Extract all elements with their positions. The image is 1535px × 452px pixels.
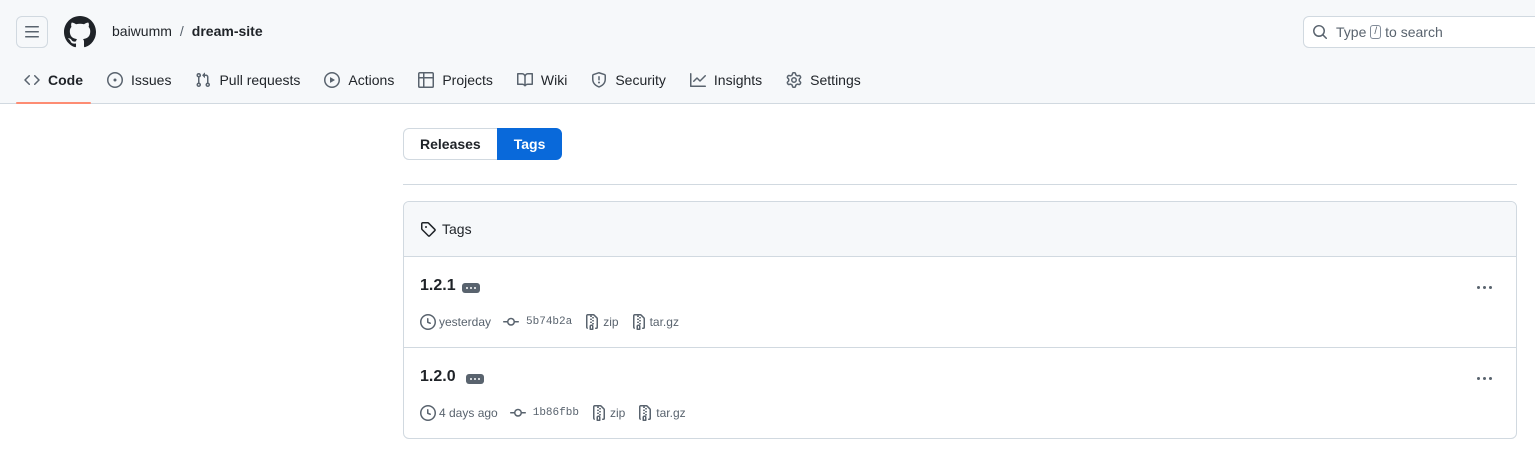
- pull-request-icon: [196, 72, 211, 88]
- tab-settings-label: Settings: [810, 72, 861, 88]
- issue-icon: [107, 72, 123, 88]
- tags-button[interactable]: Tags: [496, 128, 563, 160]
- releases-tags-toggle: Releases Tags: [403, 128, 563, 160]
- zip-download-link[interactable]: zip: [591, 405, 625, 421]
- tag-message-toggle-button[interactable]: [466, 374, 484, 384]
- tag-meta: yesterday 5b74b2a zip tar.gz: [420, 314, 691, 330]
- zip-download-link[interactable]: zip: [584, 314, 619, 330]
- app-header: baiwumm / dream-site Type / to search Co…: [0, 0, 1535, 104]
- menu-button[interactable]: [16, 16, 48, 48]
- tag-commit-link[interactable]: 5b74b2a: [503, 314, 572, 330]
- tag-date-text: yesterday: [439, 315, 492, 329]
- hamburger-icon: [25, 26, 39, 38]
- search-shortcut-key: /: [1370, 25, 1382, 39]
- tab-security-label: Security: [615, 72, 666, 88]
- targz-label: tar.gz: [649, 315, 679, 329]
- git-commit-icon: [509, 408, 526, 417]
- search-placeholder-suffix: to search: [1385, 24, 1443, 40]
- breadcrumb: baiwumm / dream-site: [112, 23, 263, 39]
- tab-pull-requests[interactable]: Pull requests: [187, 64, 308, 96]
- repo-owner-link[interactable]: baiwumm: [112, 23, 172, 39]
- code-icon: [24, 74, 40, 86]
- file-zip-icon: [632, 314, 645, 330]
- releases-button[interactable]: Releases: [403, 128, 497, 160]
- tag-date: 4 days ago: [420, 405, 498, 421]
- file-zip-icon: [592, 405, 605, 421]
- tags-list-title: Tags: [442, 221, 472, 237]
- tab-code-label: Code: [48, 72, 83, 88]
- tags-list: Tags 1.2.1 yesterday 5b74b2a zip tar.gz: [403, 201, 1517, 439]
- tab-actions[interactable]: Actions: [316, 64, 402, 96]
- tab-issues-label: Issues: [131, 72, 172, 88]
- tab-insights-label: Insights: [713, 72, 763, 88]
- tags-list-header: Tags: [404, 202, 1516, 257]
- clock-icon: [420, 314, 436, 330]
- book-icon: [516, 72, 533, 87]
- tag-commit-sha: 5b74b2a: [526, 316, 573, 328]
- git-commit-icon: [503, 317, 520, 326]
- tab-wiki-label: Wiki: [540, 72, 568, 88]
- file-zip-icon: [639, 405, 652, 421]
- search-placeholder-prefix: Type: [1336, 24, 1367, 40]
- tab-actions-label: Actions: [348, 72, 395, 88]
- tag-name-link[interactable]: 1.2.0: [420, 368, 456, 386]
- graph-icon: [689, 73, 706, 87]
- tab-pull-requests-label: Pull requests: [219, 72, 301, 88]
- tab-projects[interactable]: Projects: [410, 64, 501, 96]
- clock-icon: [420, 405, 436, 421]
- zip-label: zip: [609, 406, 626, 420]
- tag-name-link[interactable]: 1.2.1: [420, 277, 456, 295]
- kebab-horizontal-icon[interactable]: [1472, 368, 1496, 388]
- targz-download-link[interactable]: tar.gz: [631, 314, 679, 330]
- table-icon: [418, 72, 435, 88]
- tab-wiki[interactable]: Wiki: [509, 64, 575, 96]
- section-divider: [403, 184, 1517, 185]
- shield-icon: [592, 72, 607, 88]
- targz-label: tar.gz: [656, 406, 686, 420]
- tab-settings[interactable]: Settings: [778, 64, 869, 96]
- tag-row: 1.2.0 4 days ago 1b86fbb zip tar.gz: [404, 348, 1516, 438]
- tag-row: 1.2.1 yesterday 5b74b2a zip tar.gz: [404, 257, 1516, 348]
- repo-nav: Code Issues Pull requests Actions Projec…: [16, 64, 877, 104]
- tag-commit-link[interactable]: 1b86fbb: [509, 405, 579, 421]
- targz-download-link[interactable]: tar.gz: [637, 405, 686, 421]
- tab-projects-label: Projects: [442, 72, 493, 88]
- gear-icon: [786, 72, 802, 88]
- tab-security[interactable]: Security: [583, 64, 674, 96]
- github-logo-icon[interactable]: [64, 16, 96, 48]
- play-icon: [324, 72, 341, 88]
- repo-name-link[interactable]: dream-site: [192, 23, 263, 39]
- tag-date: yesterday: [420, 314, 491, 330]
- search-input[interactable]: Type / to search: [1303, 16, 1535, 48]
- tab-code[interactable]: Code: [16, 64, 91, 104]
- tag-message-toggle-button[interactable]: [462, 283, 480, 293]
- tab-insights[interactable]: Insights: [682, 64, 770, 96]
- search-icon: [1313, 25, 1328, 40]
- breadcrumb-separator: /: [179, 23, 184, 39]
- tag-meta: 4 days ago 1b86fbb zip tar.gz: [420, 405, 698, 421]
- tag-date-text: 4 days ago: [439, 406, 498, 420]
- zip-label: zip: [603, 315, 619, 329]
- file-zip-icon: [586, 314, 599, 330]
- tag-icon: [421, 222, 436, 237]
- tag-commit-sha: 1b86fbb: [532, 407, 579, 419]
- tab-issues[interactable]: Issues: [99, 64, 179, 96]
- kebab-horizontal-icon[interactable]: [1472, 277, 1496, 297]
